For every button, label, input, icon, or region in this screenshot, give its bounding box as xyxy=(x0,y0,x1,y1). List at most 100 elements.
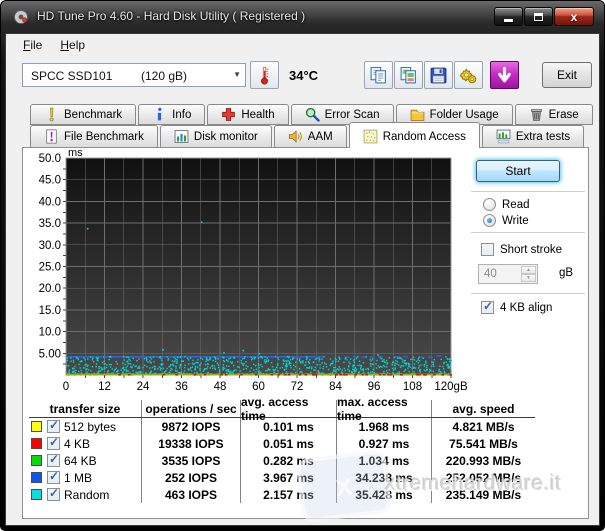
short-stroke-label: Short stroke xyxy=(500,244,562,256)
table-header-row: transfer sizeoperations / secavg. access… xyxy=(29,400,535,418)
column-header: avg. access time xyxy=(240,400,336,417)
series-checkbox[interactable] xyxy=(47,488,60,501)
drive-name: SPCC SSD101 xyxy=(31,69,112,83)
read-radio[interactable]: Read xyxy=(483,198,530,211)
save-icon xyxy=(429,66,448,85)
tab-aam[interactable]: AAM xyxy=(274,125,347,147)
tab-file-benchmark[interactable]: File Benchmark xyxy=(30,125,158,147)
series-checkbox[interactable] xyxy=(47,437,60,450)
checkbox-icon[interactable] xyxy=(481,301,494,314)
tab-label: File Benchmark xyxy=(64,131,144,143)
series-checkbox[interactable] xyxy=(47,420,60,433)
write-label: Write xyxy=(502,215,529,227)
spin-up-icon[interactable]: ▲ xyxy=(521,266,536,274)
capacity-spinner[interactable]: 40 ▲ ▼ xyxy=(478,264,538,284)
short-stroke-checkbox[interactable]: Short stroke xyxy=(481,243,562,256)
tab-label: Erase xyxy=(549,109,579,121)
spin-down-icon[interactable]: ▼ xyxy=(521,274,536,282)
title-bar[interactable]: HD Tune Pro 4.60 - Hard Disk Utility ( R… xyxy=(1,1,604,33)
tab-benchmark[interactable]: Benchmark xyxy=(30,104,136,125)
series-label: Random xyxy=(64,488,109,502)
max-value: 1.034 ms xyxy=(336,452,431,469)
ops-value: 9872 IOPS xyxy=(141,418,240,435)
disk-monitor-icon xyxy=(174,129,189,144)
column-header: operations / sec xyxy=(141,400,240,417)
svg-text:10.0: 10.0 xyxy=(39,327,61,339)
avg-value: 0.101 ms xyxy=(240,418,336,435)
info-icon xyxy=(152,107,167,122)
menu-item-help[interactable]: Help xyxy=(51,35,94,55)
svg-text:15.0: 15.0 xyxy=(39,305,61,317)
temperature-button[interactable] xyxy=(250,61,279,89)
capacity-unit-label: gB xyxy=(559,267,573,279)
avg-value: 2.157 ms xyxy=(240,486,336,503)
max-value: 0.927 ms xyxy=(336,435,431,452)
menu-item-file[interactable]: File xyxy=(14,35,51,55)
tab-info[interactable]: Info xyxy=(138,104,205,125)
svg-text:25.0: 25.0 xyxy=(39,262,61,274)
svg-text:20.0: 20.0 xyxy=(39,283,61,295)
series-cell: 64 KB xyxy=(29,452,141,469)
tab-random-access[interactable]: Random Access xyxy=(349,122,480,148)
avg-value: 3.967 ms xyxy=(240,469,336,486)
svg-text:24: 24 xyxy=(137,381,150,393)
maximize-button[interactable] xyxy=(524,7,553,26)
svg-text:96: 96 xyxy=(368,381,381,393)
series-checkbox[interactable] xyxy=(47,454,60,467)
ops-value: 463 IOPS xyxy=(141,486,240,503)
series-color-swatch xyxy=(31,438,42,449)
random-access-dots-icon xyxy=(363,129,378,144)
client-area: FileHelp SPCC SSD101 (120 gB) ▼ 34°C Exi… xyxy=(5,33,600,526)
start-button[interactable]: Start xyxy=(476,160,560,182)
svg-text:0: 0 xyxy=(63,381,69,393)
series-color-swatch xyxy=(31,489,42,500)
screenshot-button[interactable] xyxy=(490,61,519,89)
speed-value: 75.541 MB/s xyxy=(431,435,535,452)
random-access-page: ms50.045.040.035.030.025.020.015.010.05.… xyxy=(22,147,589,519)
checkbox-icon[interactable] xyxy=(481,243,494,256)
drive-selector[interactable]: SPCC SSD101 (120 gB) ▼ xyxy=(22,63,246,87)
copy-image-icon xyxy=(399,66,418,85)
options-button[interactable] xyxy=(454,61,483,89)
health-cross-icon xyxy=(221,107,236,122)
copy-text-button[interactable] xyxy=(364,61,393,89)
max-value: 34.238 ms xyxy=(336,469,431,486)
align-checkbox[interactable]: 4 KB align xyxy=(481,301,552,314)
tab-label: Random Access xyxy=(383,131,466,143)
tab-health[interactable]: Health xyxy=(207,104,288,125)
erase-trash-icon xyxy=(529,107,544,122)
avg-value: 0.282 ms xyxy=(240,452,336,469)
save-button[interactable] xyxy=(424,61,453,89)
column-header: max. access time xyxy=(336,400,431,417)
options-gears-icon xyxy=(459,66,478,85)
tab-extra-tests[interactable]: Extra tests xyxy=(482,125,584,147)
svg-text:5.00: 5.00 xyxy=(39,348,61,360)
close-button[interactable]: x xyxy=(554,7,594,26)
copy-image-button[interactable] xyxy=(394,61,423,89)
down-arrow-icon xyxy=(495,66,514,85)
series-label: 1 MB xyxy=(64,471,92,485)
series-cell: 1 MB xyxy=(29,469,141,486)
svg-text:12: 12 xyxy=(98,381,111,393)
write-radio[interactable]: Write xyxy=(483,214,529,227)
ops-value: 3535 IOPS xyxy=(141,452,240,469)
tab-erase[interactable]: Erase xyxy=(515,104,593,125)
exit-button[interactable]: Exit xyxy=(542,62,592,88)
radio-icon[interactable] xyxy=(483,214,496,227)
series-cell: Random xyxy=(29,486,141,503)
minimize-button[interactable] xyxy=(494,7,523,26)
svg-text:35.0: 35.0 xyxy=(39,218,61,230)
chevron-down-icon: ▼ xyxy=(233,70,241,79)
series-label: 64 KB xyxy=(64,454,97,468)
max-value: 35.428 ms xyxy=(336,486,431,503)
tab-disk-monitor[interactable]: Disk monitor xyxy=(160,125,272,147)
column-header: transfer size xyxy=(29,400,141,417)
speed-value: 4.821 MB/s xyxy=(431,418,535,435)
radio-icon[interactable] xyxy=(483,198,496,211)
svg-text:36: 36 xyxy=(175,381,188,393)
series-checkbox[interactable] xyxy=(47,471,60,484)
app-icon xyxy=(13,9,29,25)
svg-text:50.0: 50.0 xyxy=(39,153,61,165)
results-table: transfer sizeoperations / secavg. access… xyxy=(29,400,535,503)
svg-text:72: 72 xyxy=(291,381,304,393)
